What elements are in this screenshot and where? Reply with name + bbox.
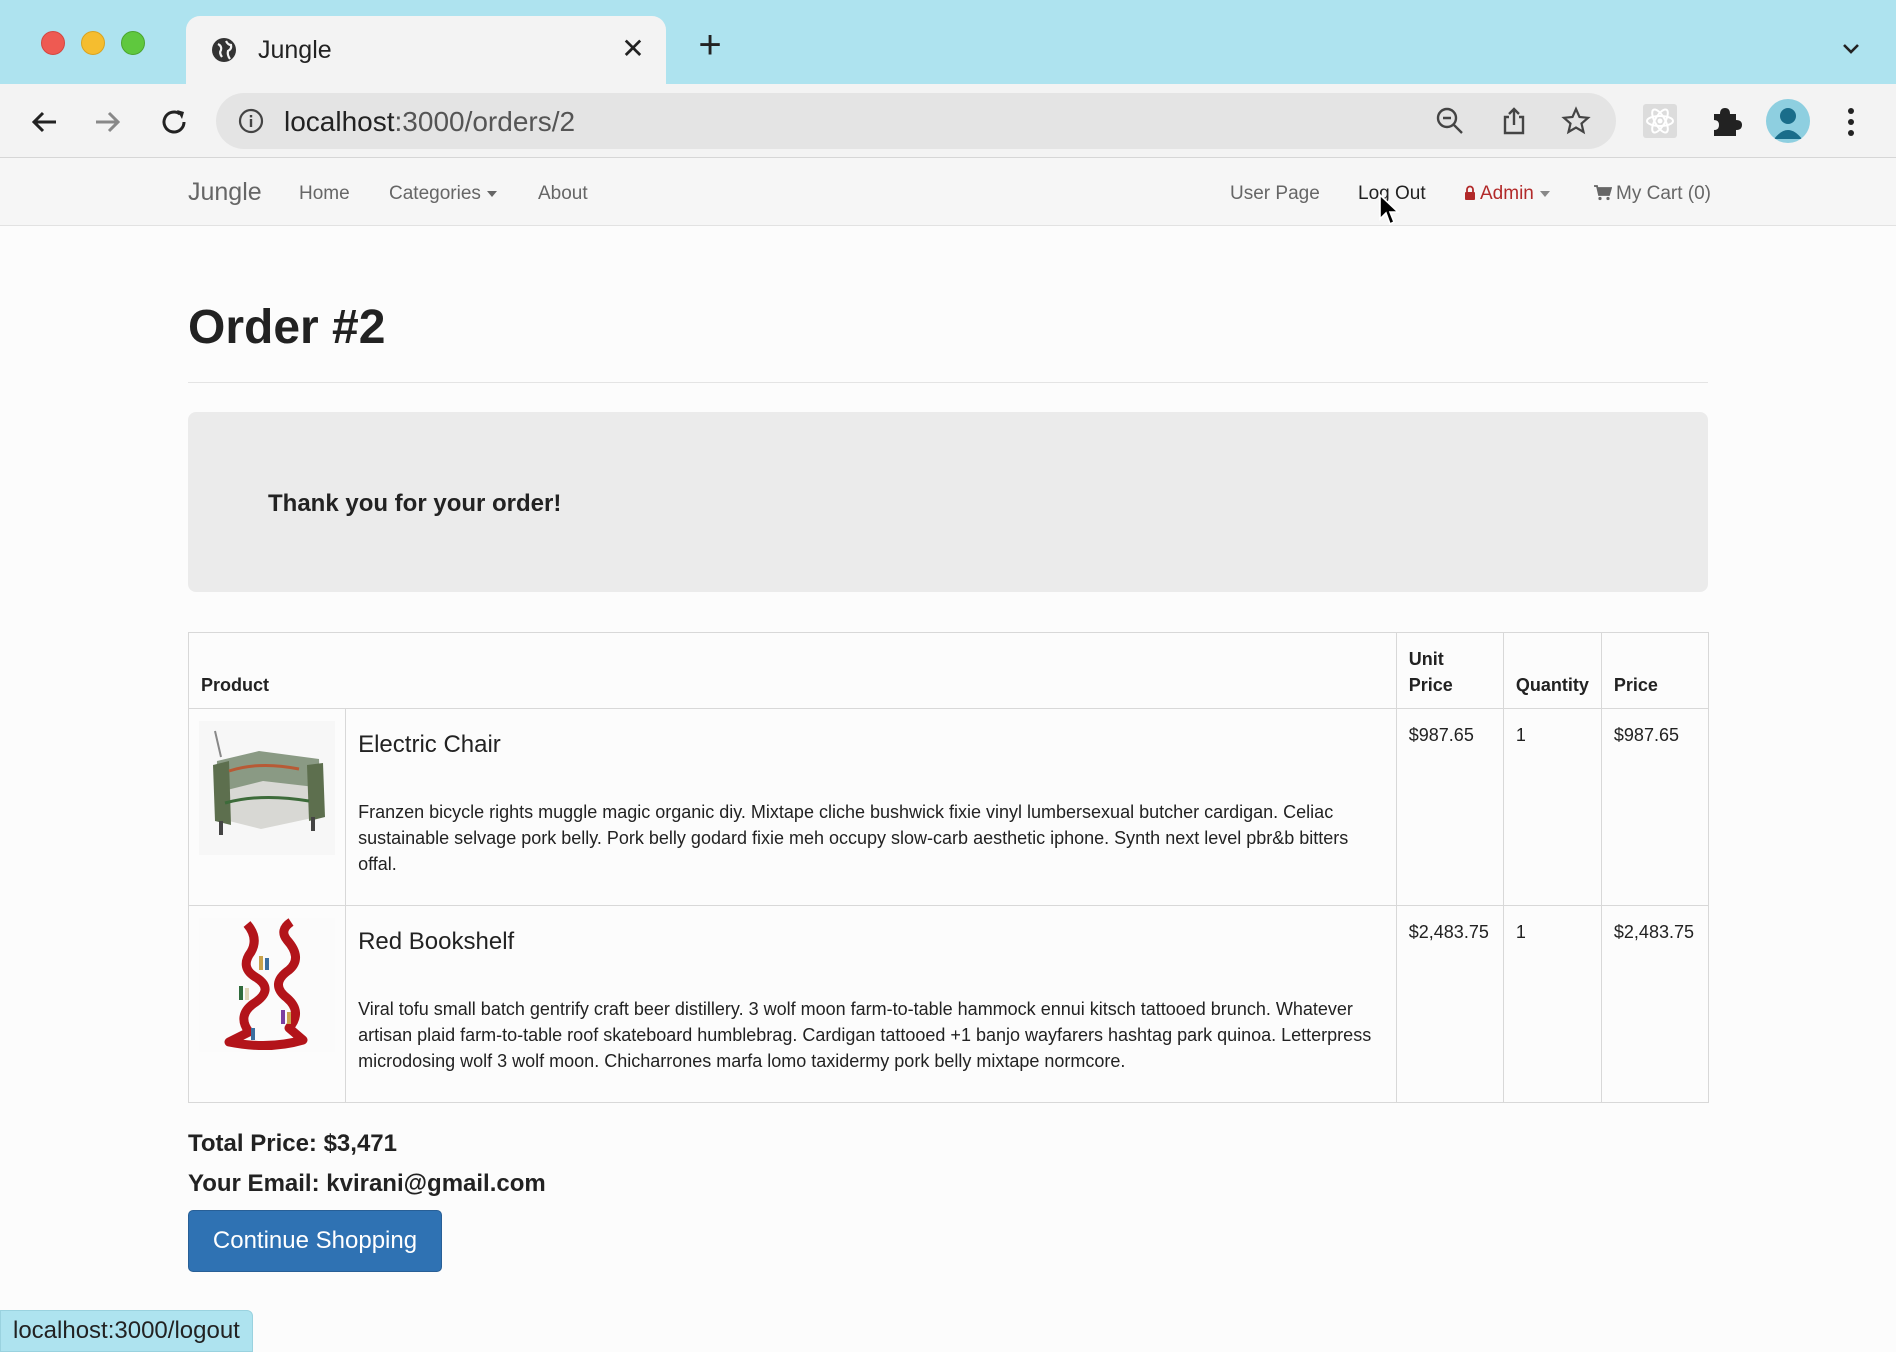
nav-cart-label: My Cart (0) xyxy=(1616,183,1711,204)
nav-about-link[interactable]: About xyxy=(538,183,588,205)
mouse-cursor-icon xyxy=(1379,193,1400,226)
header-quantity: Quantity xyxy=(1502,632,1602,709)
info-icon[interactable] xyxy=(236,106,266,136)
continue-shopping-button[interactable]: Continue Shopping xyxy=(188,1210,442,1272)
nav-user-page-link[interactable]: User Page xyxy=(1230,183,1320,205)
globe-icon xyxy=(212,38,236,62)
order-confirmation-panel: Thank you for your order! xyxy=(188,412,1708,592)
caret-down-icon xyxy=(1539,190,1550,197)
url-host: localhost xyxy=(284,106,395,137)
nav-admin-label: Admin xyxy=(1480,183,1534,204)
close-window-button[interactable] xyxy=(41,31,65,55)
product-info-cell: Red Bookshelf Viral tofu small batch gen… xyxy=(345,905,1397,1103)
table-row: Electric Chair Franzen bicycle rights mu… xyxy=(187,708,1710,906)
close-tab-icon[interactable]: ✕ xyxy=(618,34,648,64)
quantity-cell: 1 xyxy=(1502,905,1602,1103)
url-text[interactable]: localhost:3000/orders/2 xyxy=(284,106,575,138)
lock-icon xyxy=(1465,185,1475,200)
reload-icon[interactable] xyxy=(154,102,194,142)
product-name: Red Bookshelf xyxy=(358,928,515,955)
product-image-cell xyxy=(187,905,347,1103)
total-price: Total Price: $3,471 xyxy=(188,1130,397,1157)
header-unit-price-line1: Unit xyxy=(1408,649,1444,669)
header-price: Price xyxy=(1600,632,1710,709)
link-status-bar: localhost:3000/logout xyxy=(0,1310,253,1352)
site-navbar: Jungle Home Categories About User Page L… xyxy=(0,158,1896,226)
table-row: Red Bookshelf Viral tofu small batch gen… xyxy=(187,905,1710,1103)
caret-down-icon xyxy=(486,190,497,197)
address-bar[interactable]: localhost:3000/orders/2 xyxy=(216,93,1616,149)
price-cell: $987.65 xyxy=(1600,708,1710,906)
back-arrow-icon[interactable] xyxy=(24,102,64,142)
browser-toolbar: localhost:3000/orders/2 xyxy=(0,84,1896,158)
react-devtools-icon[interactable] xyxy=(1641,102,1679,140)
browser-tab-active[interactable]: Jungle ✕ xyxy=(186,16,666,84)
page-title: Order #2 xyxy=(188,301,386,354)
nav-cart-link[interactable]: My Cart (0) xyxy=(1594,183,1711,205)
nav-categories-dropdown[interactable]: Categories xyxy=(389,183,497,205)
product-name: Electric Chair xyxy=(358,731,501,758)
header-product: Product xyxy=(188,632,1397,709)
star-icon[interactable] xyxy=(1560,105,1592,137)
new-tab-button[interactable]: + xyxy=(692,25,728,65)
red-bookshelf-image xyxy=(199,918,335,1052)
header-unit-price: Unit Price xyxy=(1395,632,1504,709)
zoom-out-icon[interactable] xyxy=(1434,105,1466,137)
chevron-down-icon[interactable] xyxy=(1836,34,1866,64)
product-info-cell: Electric Chair Franzen bicycle rights mu… xyxy=(345,708,1397,906)
product-image-cell xyxy=(187,708,347,906)
nav-home-link[interactable]: Home xyxy=(299,183,350,205)
product-description: Viral tofu small batch gentrify craft be… xyxy=(358,999,1372,1071)
header-unit-price-line2: Price xyxy=(1408,675,1453,695)
order-items-table: Product Unit Price Quantity Price Electr… xyxy=(187,632,1710,1103)
unit-price-cell: $2,483.75 xyxy=(1395,905,1504,1103)
share-icon[interactable] xyxy=(1498,105,1530,137)
profile-avatar[interactable] xyxy=(1766,99,1810,143)
brand-logo[interactable]: Jungle xyxy=(188,178,262,207)
maximize-window-button[interactable] xyxy=(121,31,145,55)
more-menu-icon[interactable] xyxy=(1836,102,1866,142)
price-cell: $2,483.75 xyxy=(1600,905,1710,1103)
order-email: Your Email: kvirani@gmail.com xyxy=(188,1170,546,1197)
url-path: :3000/orders/2 xyxy=(394,106,576,137)
thank-you-message: Thank you for your order! xyxy=(268,490,562,517)
forward-arrow-icon[interactable] xyxy=(88,102,128,142)
extensions-puzzle-icon[interactable] xyxy=(1706,102,1744,140)
table-header-row: Product Unit Price Quantity Price xyxy=(188,632,1710,709)
person-icon xyxy=(1774,108,1802,139)
nav-categories-label: Categories xyxy=(389,183,481,204)
browser-tab-bar: Jungle ✕ + xyxy=(0,0,1896,84)
title-divider xyxy=(188,382,1708,383)
electric-chair-image xyxy=(199,721,335,855)
quantity-cell: 1 xyxy=(1502,708,1602,906)
product-description: Franzen bicycle rights muggle magic orga… xyxy=(358,802,1349,874)
cart-icon xyxy=(1594,185,1612,201)
nav-admin-dropdown[interactable]: Admin xyxy=(1464,183,1550,205)
tab-title: Jungle xyxy=(258,36,332,64)
minimize-window-button[interactable] xyxy=(81,31,105,55)
unit-price-cell: $987.65 xyxy=(1395,708,1504,906)
